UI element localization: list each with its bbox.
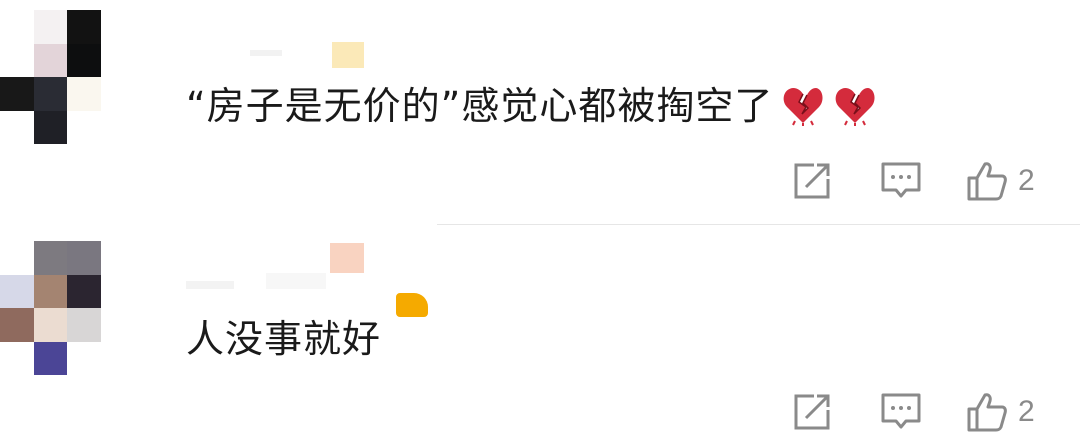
thumbs-up-icon: [967, 162, 1007, 201]
avatar[interactable]: [0, 241, 134, 375]
comment-icon: [881, 393, 921, 429]
comment-actions: 2: [0, 388, 1080, 436]
like-button[interactable]: 2: [966, 388, 1035, 436]
broken-heart-icon: [833, 83, 877, 127]
comment-text: “房子是无价的”感觉心都被掏空了: [186, 84, 877, 131]
share-icon: [794, 163, 830, 199]
share-icon: [794, 394, 830, 430]
comment-text: 人没事就好: [186, 317, 382, 361]
comment-item: 人没事就好 2: [0, 225, 1080, 447]
share-button[interactable]: [792, 157, 832, 205]
comment-icon: [881, 162, 921, 198]
username[interactable]: [180, 243, 440, 317]
like-button[interactable]: 2: [966, 157, 1035, 205]
comment-item: “房子是无价的”感觉心都被掏空了 2: [0, 0, 1080, 225]
thumbs-up-icon: [967, 393, 1007, 432]
reply-button[interactable]: [880, 157, 922, 205]
comment-actions: 2: [0, 157, 1080, 205]
like-count: 2: [1018, 395, 1035, 428]
broken-heart-icon: [781, 83, 825, 127]
reply-button[interactable]: [880, 388, 922, 436]
share-button[interactable]: [792, 388, 832, 436]
like-count: 2: [1018, 164, 1035, 197]
avatar[interactable]: [0, 10, 134, 144]
username[interactable]: [250, 42, 370, 82]
